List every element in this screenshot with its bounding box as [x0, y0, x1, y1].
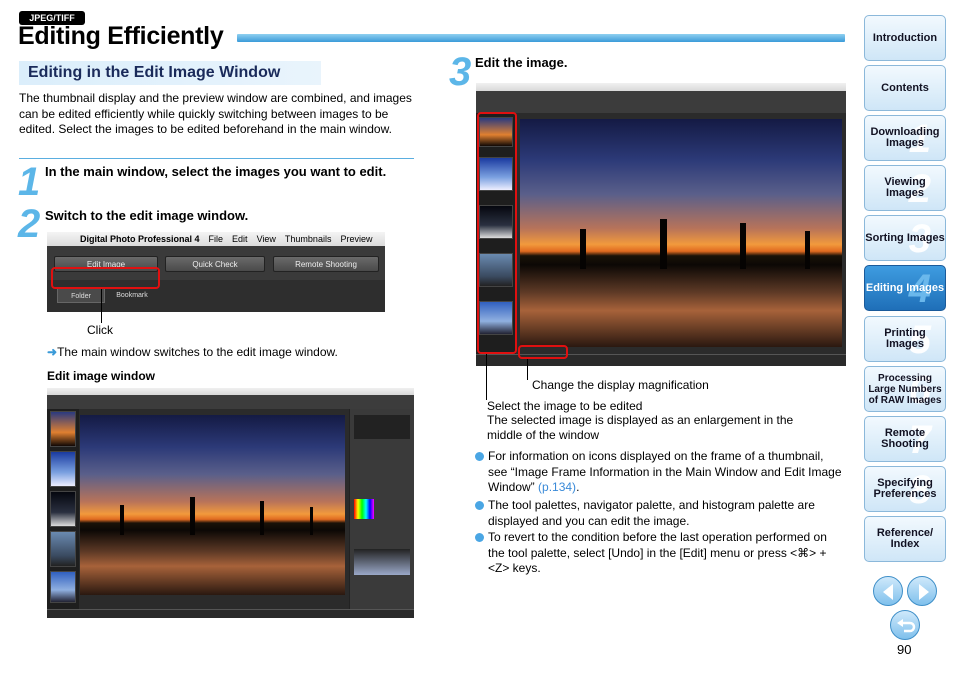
thumbnail-highlight: [477, 112, 517, 354]
arrow-right-icon: [919, 584, 929, 600]
tree-silhouette: [120, 505, 124, 535]
thumbnail-5[interactable]: [50, 571, 76, 603]
main-preview-image: [520, 119, 842, 347]
select-label: Select the image to be edited: [487, 399, 643, 413]
menu-thumbnails[interactable]: Thumbnails: [285, 234, 332, 244]
nav-sorting-images[interactable]: 3 Sorting Images: [864, 215, 946, 261]
window-menu-bar: [476, 83, 846, 91]
step-3-number: 3: [449, 50, 472, 94]
menu-app[interactable]: Digital Photo Professional 4: [80, 234, 200, 244]
tree-silhouette: [260, 501, 264, 535]
page-number: 90: [897, 642, 912, 657]
tree-silhouette: [805, 231, 810, 269]
remote-shooting-button[interactable]: Remote Shooting: [273, 256, 379, 272]
quick-check-button[interactable]: Quick Check: [165, 256, 265, 272]
section-heading-text: Editing in the Edit Image Window: [28, 64, 281, 81]
bullet-thumbnail-info: For information on icons displayed on th…: [475, 449, 845, 496]
arrow-icon: ➜: [47, 345, 58, 359]
tool-palette: [349, 409, 414, 609]
step-2-number: 2: [18, 202, 41, 246]
bullet-3-text: To revert to the condition before the la…: [488, 530, 827, 575]
nav-processing-raw-images[interactable]: 6 Processing Large Numbers of RAW Images: [864, 366, 946, 412]
bullet-2-text: The tool palettes, navigator palette, an…: [488, 498, 815, 528]
tree-silhouette: [190, 497, 195, 535]
nav-editing-images[interactable]: 4 Editing Images: [864, 265, 946, 311]
page-link[interactable]: (p.134): [538, 480, 576, 494]
nav-contents[interactable]: Contents: [864, 65, 946, 111]
thumbnail-4[interactable]: [50, 531, 76, 567]
return-icon: [897, 619, 916, 633]
bullet-palettes: The tool palettes, navigator palette, an…: [475, 498, 845, 529]
tab-folder[interactable]: Folder: [57, 288, 105, 303]
bullet-1-end: .: [576, 480, 580, 494]
select-description: The selected image is displayed as an en…: [487, 413, 794, 442]
divider: [19, 158, 414, 159]
menu-view[interactable]: View: [257, 234, 276, 244]
tree-silhouette: [660, 219, 667, 269]
edit-image-highlight: [51, 267, 160, 289]
menu-preview[interactable]: Preview: [340, 234, 372, 244]
thumbnail-column: [47, 409, 79, 609]
nav-reference-index[interactable]: Reference/ Index: [864, 516, 946, 562]
thumbnail-1[interactable]: [50, 411, 76, 447]
switch-note-text: The main window switches to the edit ima…: [57, 345, 338, 359]
magnification-callout-line: [527, 359, 528, 380]
step-1-text: In the main window, select the images yo…: [45, 164, 387, 179]
return-button[interactable]: [890, 610, 920, 640]
nav-printing-images[interactable]: 5 Printing Images: [864, 316, 946, 362]
menu-bar: Digital Photo Professional 4 File Edit V…: [47, 232, 385, 246]
section-heading: Editing in the Edit Image Window: [19, 61, 321, 85]
menu-file[interactable]: File: [209, 234, 224, 244]
arrow-left-icon: [883, 584, 893, 600]
nav-specifying-preferences[interactable]: 8 Specifying Preferences: [864, 466, 946, 512]
select-callout-line: [486, 354, 487, 400]
histogram-palette: [354, 549, 410, 575]
bullet-dot: [475, 533, 484, 542]
step-2-text: Switch to the edit image window.: [45, 208, 249, 223]
menu-edit[interactable]: Edit: [232, 234, 248, 244]
click-label: Click: [87, 323, 113, 337]
step-3-text: Edit the image.: [475, 55, 568, 70]
bottom-toolbar: [47, 609, 414, 618]
edit-window-label: Edit image window: [47, 369, 156, 383]
window-menu-bar: [47, 388, 414, 395]
main-preview-image: [80, 415, 345, 595]
navigator-palette: [354, 415, 410, 439]
next-page-button[interactable]: [907, 576, 937, 606]
nav-viewing-images[interactable]: 2 Viewing Images: [864, 165, 946, 211]
window-toolbar: [476, 91, 846, 113]
thumbnail-2[interactable]: [50, 451, 76, 487]
switch-note: ➜The main window switches to the edit im…: [47, 345, 338, 359]
tab-bookmark[interactable]: Bookmark: [107, 288, 157, 303]
window-toolbar: [47, 395, 414, 409]
nav-introduction[interactable]: Introduction: [864, 15, 946, 61]
tree-silhouette: [580, 229, 586, 269]
intro-paragraph: The thumbnail display and the preview wi…: [19, 91, 412, 136]
bullet-undo: To revert to the condition before the la…: [475, 530, 845, 577]
magnification-highlight: [518, 345, 568, 359]
page-title: Editing Efficiently: [18, 22, 224, 50]
nav-downloading-images[interactable]: 1 Downloading Images: [864, 115, 946, 161]
previous-page-button[interactable]: [873, 576, 903, 606]
edit-image-window-large: [476, 83, 846, 366]
color-palette: [354, 499, 374, 519]
title-rule: [237, 34, 845, 42]
magnification-label: Change the display magnification: [532, 378, 709, 392]
tree-silhouette: [310, 507, 313, 535]
bullet-dot: [475, 452, 484, 461]
bullet-dot: [475, 501, 484, 510]
tree-silhouette: [740, 223, 746, 269]
thumbnail-3[interactable]: [50, 491, 76, 527]
nav-remote-shooting[interactable]: 7 Remote Shooting: [864, 416, 946, 462]
step-1-number: 1: [18, 160, 41, 204]
click-callout-line: [101, 289, 102, 323]
edit-image-window-screenshot: [47, 388, 414, 618]
